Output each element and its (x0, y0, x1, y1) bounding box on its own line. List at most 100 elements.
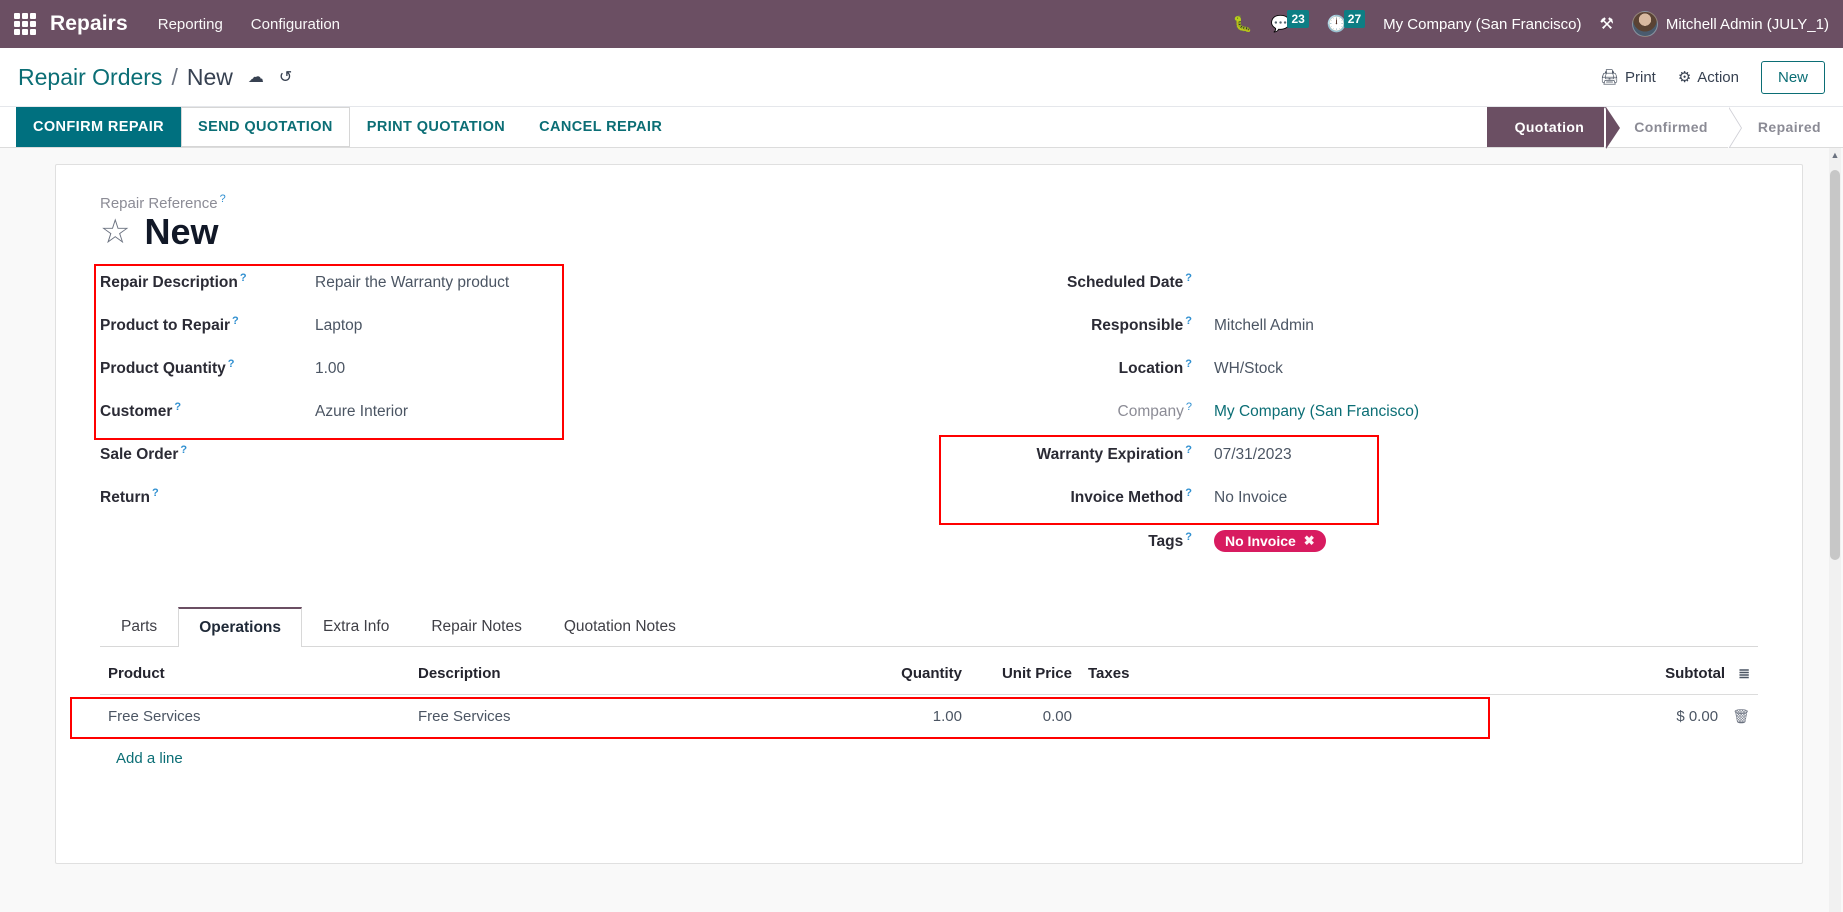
help-tooltip-icon[interactable]: ? (180, 444, 187, 456)
tab-quotation-notes[interactable]: Quotation Notes (543, 607, 697, 647)
stage-repaired[interactable]: Repaired (1727, 107, 1843, 149)
field-responsible[interactable]: Responsible? Mitchell Admin (979, 315, 1758, 358)
help-tooltip-icon[interactable]: ? (220, 193, 226, 205)
nav-menu-configuration[interactable]: Configuration (251, 16, 340, 33)
status-badge[interactable]: No Invoice ✖ (1214, 530, 1326, 552)
apps-grid-icon[interactable] (14, 13, 36, 35)
repair-reference-label-text: Repair Reference (100, 195, 218, 212)
column-settings-icon[interactable]: ≣ (1738, 665, 1750, 681)
field-product-quantity[interactable]: Product Quantity? 1.00 (100, 358, 929, 401)
nav-menu-reporting[interactable]: Reporting (158, 16, 223, 33)
field-value[interactable]: Laptop (315, 317, 362, 335)
column-header-taxes[interactable]: Taxes (1080, 653, 1330, 695)
star-outline-icon[interactable]: ☆ (100, 215, 130, 249)
field-location[interactable]: Location? WH/Stock (979, 358, 1758, 401)
field-product-to-repair[interactable]: Product to Repair? Laptop (100, 315, 929, 358)
table-header-row: Product Description Quantity Unit Price … (100, 653, 1758, 695)
form-column-right: Scheduled Date? Responsible? Mitchell Ad… (929, 272, 1758, 573)
cell-unit-price[interactable]: 0.00 (970, 695, 1080, 739)
field-sale-order[interactable]: Sale Order? (100, 444, 929, 487)
help-tooltip-icon[interactable]: ? (1185, 487, 1192, 499)
tab-extra-info[interactable]: Extra Info (302, 607, 410, 647)
column-header-description[interactable]: Description (410, 653, 830, 695)
help-tooltip-icon[interactable]: ? (1186, 401, 1192, 413)
bug-icon[interactable]: 🐛 (1233, 14, 1253, 34)
column-header-quantity[interactable]: Quantity (830, 653, 970, 695)
field-value[interactable]: My Company (San Francisco) (1214, 403, 1419, 421)
breadcrumb: Repair Orders / New ☁ ↺ (18, 64, 292, 91)
field-return[interactable]: Return? (100, 487, 929, 530)
control-panel-actions: 🖨 Print ⚙ Action New (1600, 60, 1825, 94)
help-tooltip-icon[interactable]: ? (1185, 531, 1192, 543)
help-tooltip-icon[interactable]: ? (152, 487, 159, 499)
field-repair-description[interactable]: Repair Description? Repair the Warranty … (100, 272, 929, 315)
field-value[interactable]: Azure Interior (315, 403, 408, 421)
confirm-repair-button[interactable]: Confirm Repair (16, 107, 181, 147)
field-scheduled-date[interactable]: Scheduled Date? (979, 272, 1758, 315)
scroll-up-icon[interactable]: ▲ (1830, 150, 1840, 160)
new-button[interactable]: New (1760, 60, 1825, 94)
tab-operations[interactable]: Operations (178, 607, 303, 647)
action-button[interactable]: ⚙ Action (1678, 68, 1739, 87)
column-header-unit-price[interactable]: Unit Price (970, 653, 1080, 695)
cell-description[interactable]: Free Services (410, 695, 830, 739)
close-icon[interactable]: ✖ (1304, 533, 1315, 549)
help-tooltip-icon[interactable]: ? (232, 315, 239, 327)
scrollbar-thumb[interactable] (1830, 170, 1840, 560)
help-tooltip-icon[interactable]: ? (1185, 315, 1192, 327)
user-menu[interactable]: Mitchell Admin (JULY_1) (1631, 11, 1829, 37)
help-tooltip-icon[interactable]: ? (228, 358, 235, 370)
help-tooltip-icon[interactable]: ? (174, 401, 181, 413)
add-line-cell: Add a line (100, 738, 1758, 779)
add-a-line-button[interactable]: Add a line (108, 738, 191, 779)
cloud-upload-icon[interactable]: ☁ (248, 67, 264, 87)
print-quotation-button[interactable]: Print Quotation (350, 107, 522, 147)
stage-confirmed[interactable]: Confirmed (1604, 107, 1730, 149)
breadcrumb-root[interactable]: Repair Orders (18, 64, 162, 91)
column-header-subtotal[interactable]: Subtotal ≣ (1330, 653, 1758, 695)
help-tooltip-icon[interactable]: ? (1185, 358, 1192, 370)
tab-repair-notes[interactable]: Repair Notes (410, 607, 542, 647)
field-value[interactable]: No Invoice (1214, 489, 1287, 507)
stage-arrow-icon (1727, 107, 1742, 149)
messages-counter: 23 (1287, 10, 1309, 28)
repair-reference-label: Repair Reference? (100, 193, 1758, 212)
stage-quotation[interactable]: Quotation (1486, 107, 1620, 149)
app-brand-repairs[interactable]: Repairs (50, 12, 128, 36)
field-value[interactable]: 1.00 (315, 360, 345, 378)
field-value[interactable]: Repair the Warranty product (315, 274, 509, 292)
vertical-scrollbar[interactable]: ▲ (1829, 148, 1841, 912)
trash-icon[interactable]: 🗑 (1732, 708, 1750, 724)
messages-icon[interactable]: 💬 23 (1271, 10, 1309, 34)
cell-quantity[interactable]: 1.00 (830, 695, 970, 739)
stage-confirmed-label: Confirmed (1634, 119, 1708, 135)
label-text: Location (1118, 360, 1184, 378)
company-switcher[interactable]: My Company (San Francisco) (1383, 16, 1581, 33)
undo-icon[interactable]: ↺ (279, 67, 292, 87)
field-warranty-expiration[interactable]: Warranty Expiration? 07/31/2023 (979, 444, 1758, 487)
table-row[interactable]: Free Services Free Services 1.00 0.00 $ … (100, 695, 1758, 739)
cell-product[interactable]: Free Services (100, 695, 410, 739)
notebook: Parts Operations Extra Info Repair Notes… (70, 607, 1758, 779)
cancel-repair-button[interactable]: Cancel Repair (522, 107, 679, 147)
avatar (1631, 11, 1658, 37)
label-text: Product to Repair (100, 317, 231, 335)
field-value[interactable]: WH/Stock (1214, 360, 1283, 378)
help-tooltip-icon[interactable]: ? (1185, 444, 1192, 456)
wrench-icon[interactable]: ⚒ (1600, 14, 1614, 34)
field-value[interactable]: 07/31/2023 (1214, 446, 1292, 464)
column-header-product[interactable]: Product (100, 653, 410, 695)
cell-taxes[interactable] (1080, 695, 1330, 739)
activities-icon[interactable]: 🕛 27 (1327, 10, 1366, 34)
field-customer[interactable]: Customer? Azure Interior (100, 401, 929, 444)
help-tooltip-icon[interactable]: ? (1185, 272, 1192, 284)
field-value[interactable]: Mitchell Admin (1214, 317, 1314, 335)
field-company[interactable]: Company? My Company (San Francisco) (979, 401, 1758, 444)
print-button[interactable]: 🖨 Print (1600, 68, 1656, 87)
label-text: Customer (100, 403, 173, 421)
help-tooltip-icon[interactable]: ? (240, 272, 247, 284)
send-quotation-button[interactable]: Send Quotation (181, 107, 350, 147)
tab-parts[interactable]: Parts (100, 607, 178, 647)
field-tags[interactable]: Tags? No Invoice ✖ (979, 530, 1758, 573)
field-invoice-method[interactable]: Invoice Method? No Invoice (979, 487, 1758, 530)
